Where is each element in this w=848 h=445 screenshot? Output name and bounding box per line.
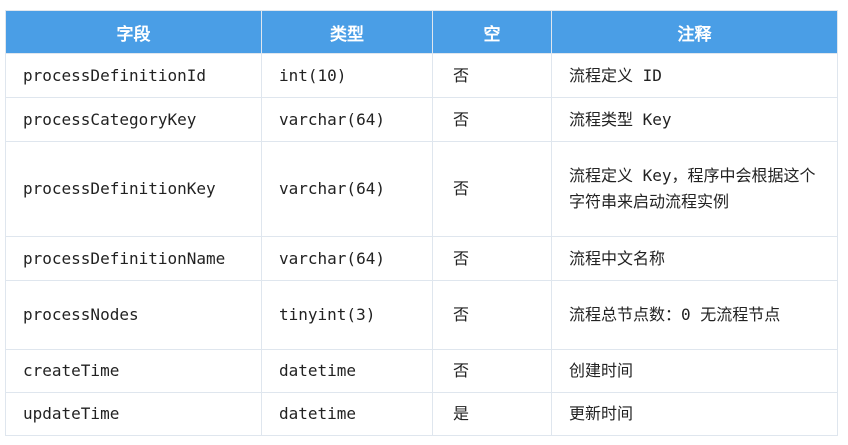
cell-comment: 创建时间 [551, 349, 838, 393]
cell-type: int(10) [261, 53, 433, 98]
cell-nullable: 否 [432, 53, 552, 98]
cell-comment: 更新时间 [551, 392, 838, 436]
cell-comment: 流程定义 Key，程序中会根据这个字符串来启动流程实例 [551, 141, 838, 237]
header-nullable: 空 [432, 10, 552, 54]
table-row: updateTime datetime 是 更新时间 [5, 392, 838, 436]
cell-field: processNodes [5, 280, 262, 350]
table-row: processDefinitionId int(10) 否 流程定义 ID [5, 53, 838, 98]
table-row: processDefinitionName varchar(64) 否 流程中文… [5, 236, 838, 281]
table-row: processDefinitionKey varchar(64) 否 流程定义 … [5, 141, 838, 237]
cell-type: tinyint(3) [261, 280, 433, 350]
field-definition-table: 字段 类型 空 注释 processDefinitionId int(10) 否… [5, 10, 838, 436]
cell-comment: 流程类型 Key [551, 97, 838, 142]
cell-type: datetime [261, 349, 433, 393]
cell-nullable: 否 [432, 280, 552, 350]
cell-nullable: 否 [432, 349, 552, 393]
cell-nullable: 否 [432, 97, 552, 142]
cell-nullable: 是 [432, 392, 552, 436]
cell-field: processDefinitionKey [5, 141, 262, 237]
table-body: processDefinitionId int(10) 否 流程定义 ID pr… [5, 53, 838, 436]
cell-type: varchar(64) [261, 236, 433, 281]
cell-field: processDefinitionId [5, 53, 262, 98]
header-type: 类型 [261, 10, 433, 54]
table-row: createTime datetime 否 创建时间 [5, 349, 838, 393]
cell-nullable: 否 [432, 141, 552, 237]
table-row: processCategoryKey varchar(64) 否 流程类型 Ke… [5, 97, 838, 142]
table-header: 字段 类型 空 注释 [5, 10, 838, 54]
cell-comment: 流程定义 ID [551, 53, 838, 98]
cell-type: datetime [261, 392, 433, 436]
cell-comment: 流程中文名称 [551, 236, 838, 281]
cell-field: createTime [5, 349, 262, 393]
header-row: 字段 类型 空 注释 [5, 10, 838, 54]
cell-field: processDefinitionName [5, 236, 262, 281]
header-comment: 注释 [551, 10, 838, 54]
cell-type: varchar(64) [261, 97, 433, 142]
cell-field: processCategoryKey [5, 97, 262, 142]
cell-comment: 流程总节点数：0 无流程节点 [551, 280, 838, 350]
header-field: 字段 [5, 10, 262, 54]
cell-type: varchar(64) [261, 141, 433, 237]
cell-field: updateTime [5, 392, 262, 436]
table-row: processNodes tinyint(3) 否 流程总节点数：0 无流程节点 [5, 280, 838, 350]
cell-nullable: 否 [432, 236, 552, 281]
